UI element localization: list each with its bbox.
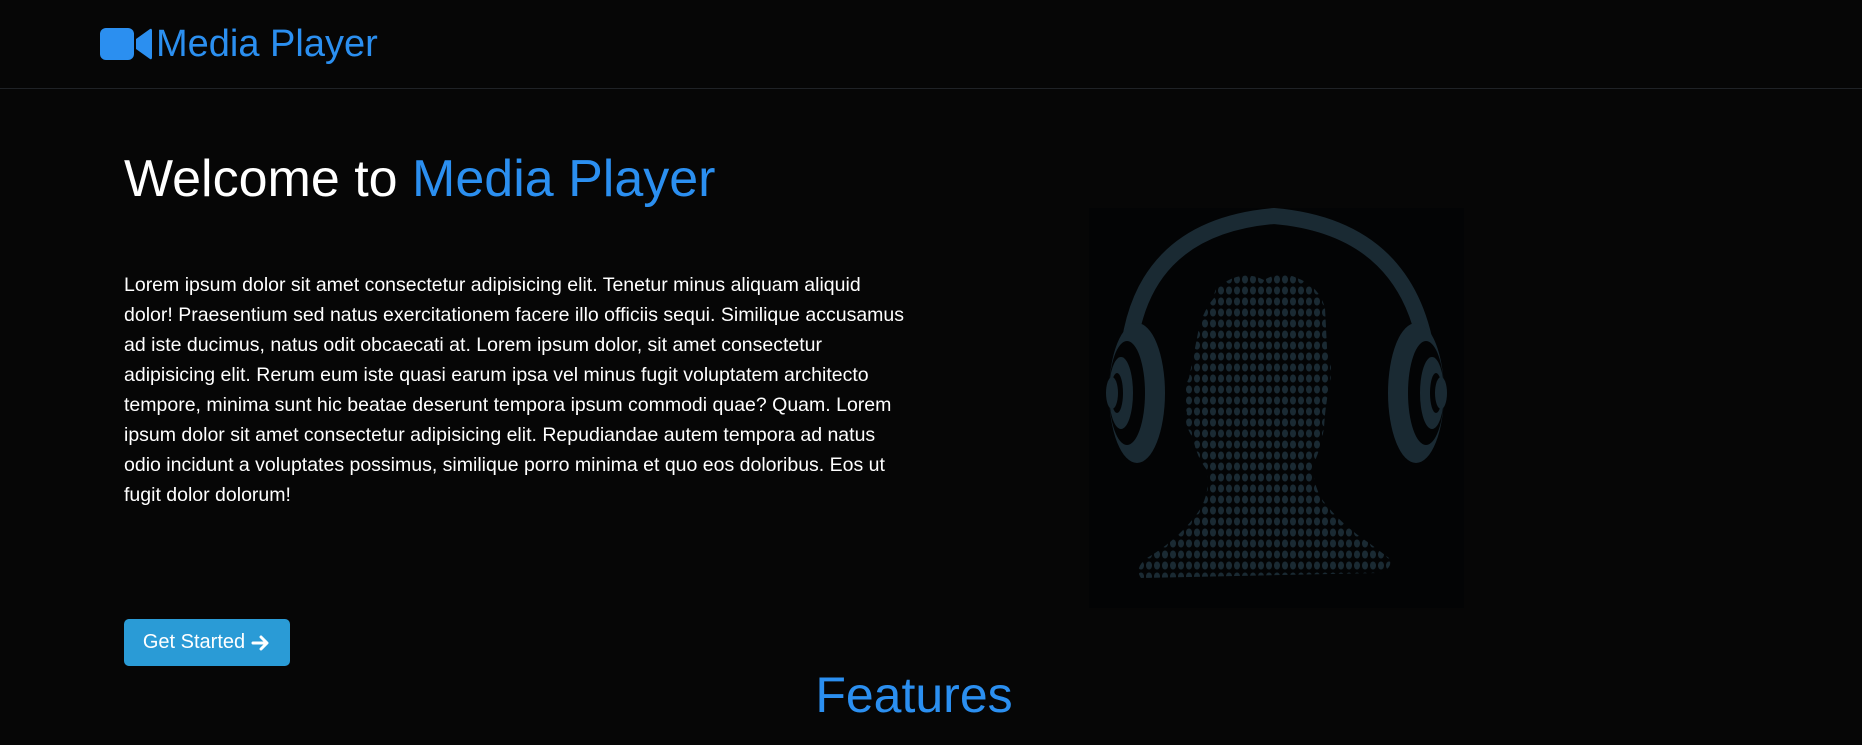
- hero-title: Welcome to Media Player: [124, 148, 716, 210]
- brand-name: Media Player: [156, 23, 378, 65]
- get-started-label: Get Started: [142, 631, 246, 653]
- hero-illustration: [1089, 207, 1464, 608]
- arrow-right-icon: [251, 635, 269, 650]
- hero-title-accent: Media Player: [412, 150, 716, 208]
- get-started-button[interactable]: Get Started: [124, 619, 290, 666]
- video-camera-icon: [100, 28, 152, 60]
- navbar: Media Player: [0, 0, 1862, 89]
- features-heading: Features: [815, 667, 1013, 723]
- headphones-head-icon: [1106, 207, 1447, 578]
- hero-description: Lorem ipsum dolor sit amet consectetur a…: [124, 274, 905, 506]
- hero-title-prefix: Welcome to: [124, 150, 413, 208]
- brand-link[interactable]: Media Player: [98, 24, 378, 64]
